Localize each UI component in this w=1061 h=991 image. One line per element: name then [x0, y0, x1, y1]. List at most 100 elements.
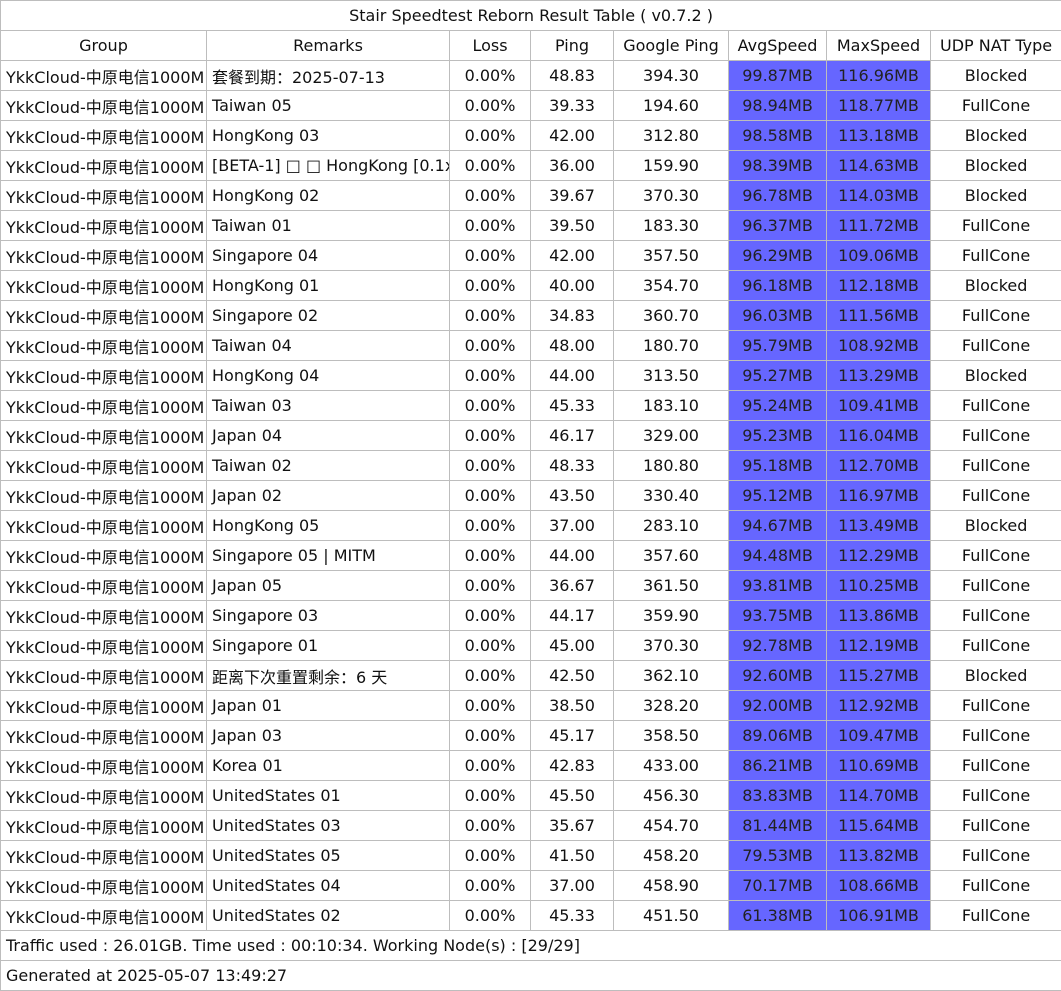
cell-udp-nat-type: FullCone: [931, 241, 1061, 271]
cell-avg-speed: 70.17MB: [729, 871, 827, 901]
cell-max-speed: 112.18MB: [827, 271, 931, 301]
cell-remarks: Singapore 03: [207, 601, 450, 631]
cell-udp-nat-type: FullCone: [931, 541, 1061, 571]
cell-ping: 48.83: [531, 61, 614, 91]
cell-group: YkkCloud-中原电信1000M: [1, 121, 207, 151]
cell-avg-speed: 96.78MB: [729, 181, 827, 211]
cell-udp-nat-type: FullCone: [931, 841, 1061, 871]
cell-group: YkkCloud-中原电信1000M: [1, 211, 207, 241]
column-header-google-ping: Google Ping: [614, 31, 729, 61]
cell-ping: 37.00: [531, 511, 614, 541]
cell-max-speed: 108.92MB: [827, 331, 931, 361]
cell-avg-speed: 92.60MB: [729, 661, 827, 691]
cell-ping: 45.00: [531, 631, 614, 661]
cell-avg-speed: 95.27MB: [729, 361, 827, 391]
cell-google-ping: 451.50: [614, 901, 729, 931]
cell-google-ping: 312.80: [614, 121, 729, 151]
cell-avg-speed: 98.94MB: [729, 91, 827, 121]
cell-udp-nat-type: Blocked: [931, 61, 1061, 91]
cell-group: YkkCloud-中原电信1000M: [1, 271, 207, 301]
cell-udp-nat-type: FullCone: [931, 781, 1061, 811]
cell-group: YkkCloud-中原电信1000M: [1, 781, 207, 811]
cell-google-ping: 362.10: [614, 661, 729, 691]
cell-max-speed: 110.25MB: [827, 571, 931, 601]
cell-max-speed: 112.70MB: [827, 451, 931, 481]
table-row: YkkCloud-中原电信1000MKorea 010.00%42.83433.…: [1, 751, 1061, 781]
cell-max-speed: 109.41MB: [827, 391, 931, 421]
cell-loss: 0.00%: [450, 91, 531, 121]
cell-loss: 0.00%: [450, 481, 531, 511]
cell-group: YkkCloud-中原电信1000M: [1, 241, 207, 271]
cell-loss: 0.00%: [450, 181, 531, 211]
generated-at: Generated at 2025-05-07 13:49:27: [1, 961, 1061, 991]
cell-loss: 0.00%: [450, 691, 531, 721]
cell-ping: 41.50: [531, 841, 614, 871]
cell-remarks: UnitedStates 03: [207, 811, 450, 841]
cell-max-speed: 111.72MB: [827, 211, 931, 241]
cell-group: YkkCloud-中原电信1000M: [1, 601, 207, 631]
footer-row-traffic: Traffic used : 26.01GB. Time used : 00:1…: [1, 931, 1061, 961]
cell-avg-speed: 96.18MB: [729, 271, 827, 301]
table-body: YkkCloud-中原电信1000M套餐到期：2025-07-130.00%48…: [1, 61, 1061, 931]
cell-udp-nat-type: Blocked: [931, 661, 1061, 691]
cell-ping: 45.33: [531, 391, 614, 421]
cell-google-ping: 180.70: [614, 331, 729, 361]
cell-udp-nat-type: FullCone: [931, 691, 1061, 721]
cell-remarks: UnitedStates 01: [207, 781, 450, 811]
cell-max-speed: 116.97MB: [827, 481, 931, 511]
cell-ping: 42.83: [531, 751, 614, 781]
cell-ping: 46.17: [531, 421, 614, 451]
cell-loss: 0.00%: [450, 751, 531, 781]
table-row: YkkCloud-中原电信1000M[BETA-1] □ □ HongKong …: [1, 151, 1061, 181]
cell-google-ping: 458.20: [614, 841, 729, 871]
cell-google-ping: 370.30: [614, 181, 729, 211]
cell-loss: 0.00%: [450, 841, 531, 871]
cell-google-ping: 183.30: [614, 211, 729, 241]
cell-ping: 39.50: [531, 211, 614, 241]
cell-avg-speed: 61.38MB: [729, 901, 827, 931]
cell-udp-nat-type: FullCone: [931, 481, 1061, 511]
cell-ping: 35.67: [531, 811, 614, 841]
cell-udp-nat-type: FullCone: [931, 601, 1061, 631]
cell-remarks: Taiwan 01: [207, 211, 450, 241]
cell-loss: 0.00%: [450, 571, 531, 601]
table-title: Stair Speedtest Reborn Result Table ( v0…: [1, 1, 1061, 31]
column-header-max-speed: MaxSpeed: [827, 31, 931, 61]
cell-remarks: HongKong 01: [207, 271, 450, 301]
cell-group: YkkCloud-中原电信1000M: [1, 661, 207, 691]
cell-remarks: HongKong 03: [207, 121, 450, 151]
table-row: YkkCloud-中原电信1000MTaiwan 040.00%48.00180…: [1, 331, 1061, 361]
cell-ping: 34.83: [531, 301, 614, 331]
footer-row-generated: Generated at 2025-05-07 13:49:27: [1, 961, 1061, 991]
cell-loss: 0.00%: [450, 781, 531, 811]
cell-remarks: 套餐到期：2025-07-13: [207, 61, 450, 91]
cell-udp-nat-type: FullCone: [931, 421, 1061, 451]
cell-google-ping: 357.60: [614, 541, 729, 571]
column-header-loss: Loss: [450, 31, 531, 61]
cell-ping: 45.50: [531, 781, 614, 811]
table-row: YkkCloud-中原电信1000MJapan 040.00%46.17329.…: [1, 421, 1061, 451]
table-row: YkkCloud-中原电信1000MHongKong 050.00%37.002…: [1, 511, 1061, 541]
table-row: YkkCloud-中原电信1000MUnitedStates 010.00%45…: [1, 781, 1061, 811]
cell-group: YkkCloud-中原电信1000M: [1, 151, 207, 181]
cell-loss: 0.00%: [450, 211, 531, 241]
cell-udp-nat-type: FullCone: [931, 631, 1061, 661]
cell-ping: 38.50: [531, 691, 614, 721]
cell-max-speed: 116.04MB: [827, 421, 931, 451]
cell-google-ping: 183.10: [614, 391, 729, 421]
cell-loss: 0.00%: [450, 361, 531, 391]
cell-loss: 0.00%: [450, 631, 531, 661]
table-row: YkkCloud-中原电信1000MJapan 010.00%38.50328.…: [1, 691, 1061, 721]
cell-udp-nat-type: Blocked: [931, 271, 1061, 301]
cell-ping: 39.67: [531, 181, 614, 211]
cell-loss: 0.00%: [450, 121, 531, 151]
cell-remarks: Singapore 04: [207, 241, 450, 271]
cell-remarks: Japan 02: [207, 481, 450, 511]
cell-loss: 0.00%: [450, 811, 531, 841]
column-header-ping: Ping: [531, 31, 614, 61]
table-row: YkkCloud-中原电信1000MSingapore 030.00%44.17…: [1, 601, 1061, 631]
column-header-avg-speed: AvgSpeed: [729, 31, 827, 61]
cell-google-ping: 180.80: [614, 451, 729, 481]
cell-ping: 44.17: [531, 601, 614, 631]
cell-avg-speed: 93.81MB: [729, 571, 827, 601]
